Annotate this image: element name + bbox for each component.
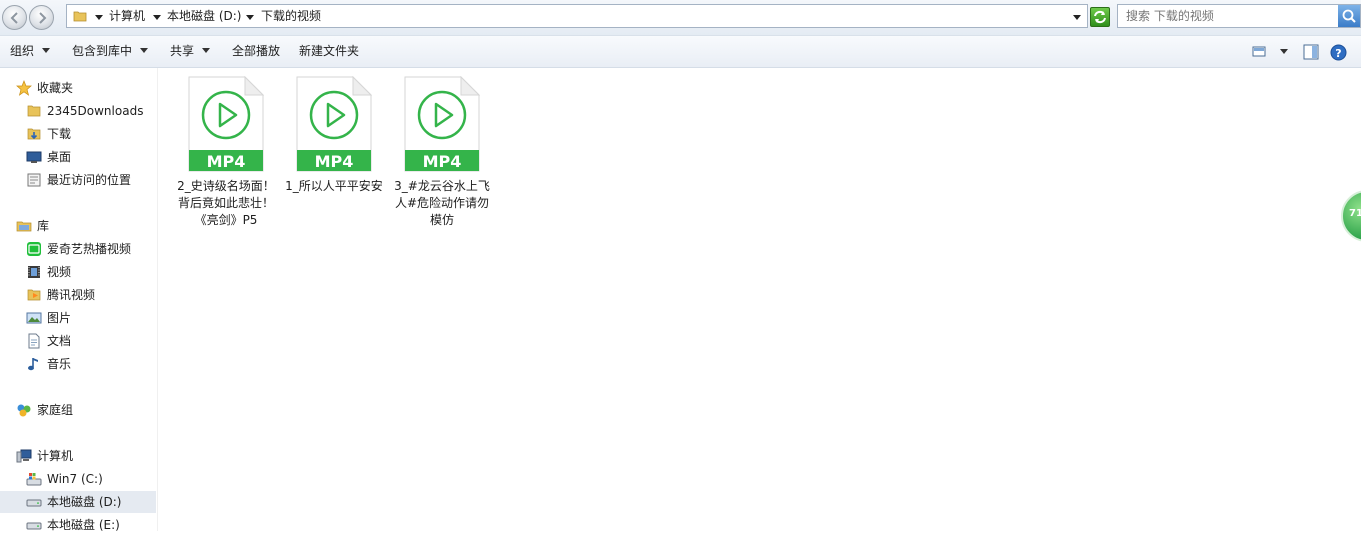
command-bar: 组织 包含到库中 共享 全部播放 新建文件夹 ? <box>0 36 1361 68</box>
nav-item-videos[interactable]: 视频 <box>26 261 156 283</box>
breadcrumb-separator[interactable] <box>246 15 254 20</box>
file-item[interactable]: MP4 3_#龙云谷水上飞人#危险动作请勿模仿 <box>390 75 494 229</box>
nav-item-recent-places[interactable]: 最近访问的位置 <box>26 169 156 191</box>
file-item[interactable]: MP4 2_史诗级名场面！背后竟如此悲壮！《亮剑》P5 <box>174 75 278 229</box>
nav-item-desktop[interactable]: 桌面 <box>26 146 156 168</box>
address-toolbar: 计算机 本地磁盘 (D:) 下载的视频 <box>0 0 1361 36</box>
nav-item-drive-e[interactable]: 本地磁盘 (E:) <box>26 514 156 536</box>
nav-item-drive-c[interactable]: Win7 (C:) <box>26 468 156 490</box>
file-item[interactable]: MP4 1_所以人平平安安 <box>282 75 386 195</box>
nav-homegroup[interactable]: 家庭组 <box>16 399 156 421</box>
pictures-library-icon <box>26 312 42 324</box>
folder-icon <box>27 105 41 117</box>
file-type-label: MP4 <box>315 152 354 171</box>
computer-icon <box>16 449 32 463</box>
back-button[interactable] <box>2 5 27 30</box>
tencent-video-icon <box>27 289 41 301</box>
downloads-folder-icon <box>27 128 41 140</box>
search-icon <box>1342 9 1356 23</box>
nav-favorites[interactable]: 收藏夹 <box>16 77 156 99</box>
address-box[interactable]: 计算机 本地磁盘 (D:) 下载的视频 <box>66 4 1088 28</box>
search-button[interactable] <box>1338 5 1360 27</box>
play-all-button[interactable]: 全部播放 <box>232 44 280 58</box>
file-name: 3_#龙云谷水上飞人#危险动作请勿模仿 <box>394 179 490 227</box>
search-box[interactable] <box>1117 4 1361 28</box>
help-icon[interactable]: ? <box>1330 44 1347 61</box>
forward-button[interactable] <box>29 5 54 30</box>
iqiyi-icon <box>27 242 41 256</box>
mp4-file-icon: MP4 <box>296 75 373 172</box>
file-type-label: MP4 <box>423 152 462 171</box>
navigation-pane: 收藏夹 2345Downloads 下载 桌面 最近访问的位置 库 爱奇艺热播视… <box>0 68 158 532</box>
search-input[interactable] <box>1118 5 1344 27</box>
desktop-icon <box>26 151 42 163</box>
nav-item-documents[interactable]: 文档 <box>26 330 156 352</box>
library-icon <box>16 221 32 232</box>
nav-computer[interactable]: 计算机 <box>16 445 156 467</box>
video-library-icon <box>28 266 40 278</box>
nav-item-drive-d[interactable]: 本地磁盘 (D:) <box>0 491 156 513</box>
breadcrumb-separator[interactable] <box>95 15 103 20</box>
include-in-library-menu[interactable]: 包含到库中 <box>72 44 149 58</box>
star-icon <box>16 80 32 96</box>
chevron-down-icon <box>42 48 51 53</box>
address-history-dropdown[interactable] <box>1073 15 1081 20</box>
nav-item-iqiyi[interactable]: 爱奇艺热播视频 <box>26 238 156 260</box>
nav-item-pictures[interactable]: 图片 <box>26 307 156 329</box>
new-folder-button[interactable]: 新建文件夹 <box>299 44 359 58</box>
file-list: MP4 2_史诗级名场面！背后竟如此悲壮！《亮剑》P5 MP4 1_所以人平平安… <box>158 68 1361 531</box>
chevron-down-icon <box>140 48 149 53</box>
arrow-left-icon <box>10 12 18 24</box>
mp4-file-icon: MP4 <box>188 75 265 172</box>
svg-text:?: ? <box>1335 47 1341 60</box>
floating-widget-text: 71 <box>1349 208 1361 219</box>
mp4-file-icon: MP4 <box>404 75 481 172</box>
nav-item-music[interactable]: 音乐 <box>26 353 156 375</box>
view-options-dropdown-icon[interactable] <box>1279 48 1289 56</box>
change-view-icon[interactable] <box>1251 44 1267 58</box>
file-name: 2_史诗级名场面！背后竟如此悲壮！《亮剑》P5 <box>177 179 275 227</box>
preview-pane-icon[interactable] <box>1303 44 1319 60</box>
nav-libraries[interactable]: 库 <box>16 215 156 237</box>
organize-menu[interactable]: 组织 <box>10 44 51 58</box>
file-type-label: MP4 <box>207 152 246 171</box>
system-drive-icon <box>26 473 42 486</box>
folder-icon <box>73 11 87 22</box>
breadcrumb-separator[interactable] <box>153 15 161 20</box>
file-name: 1_所以人平平安安 <box>285 179 383 193</box>
refresh-icon <box>1094 10 1106 24</box>
share-menu[interactable]: 共享 <box>170 44 211 58</box>
breadcrumb-current-folder[interactable]: 下载的视频 <box>261 9 321 23</box>
nav-item-tencent-video[interactable]: 腾讯视频 <box>26 284 156 306</box>
documents-library-icon <box>28 333 40 349</box>
homegroup-icon <box>17 404 31 417</box>
arrow-right-icon <box>39 12 47 24</box>
breadcrumb-computer[interactable]: 计算机 <box>109 9 145 23</box>
refresh-button[interactable] <box>1090 7 1110 27</box>
recent-places-icon <box>27 173 41 187</box>
chevron-down-icon <box>202 48 211 53</box>
nav-item-downloads[interactable]: 下载 <box>26 123 156 145</box>
nav-item-2345downloads[interactable]: 2345Downloads <box>26 100 156 122</box>
breadcrumb-drive-d[interactable]: 本地磁盘 (D:) <box>167 9 241 23</box>
drive-icon <box>26 499 42 507</box>
music-library-icon <box>28 358 38 371</box>
